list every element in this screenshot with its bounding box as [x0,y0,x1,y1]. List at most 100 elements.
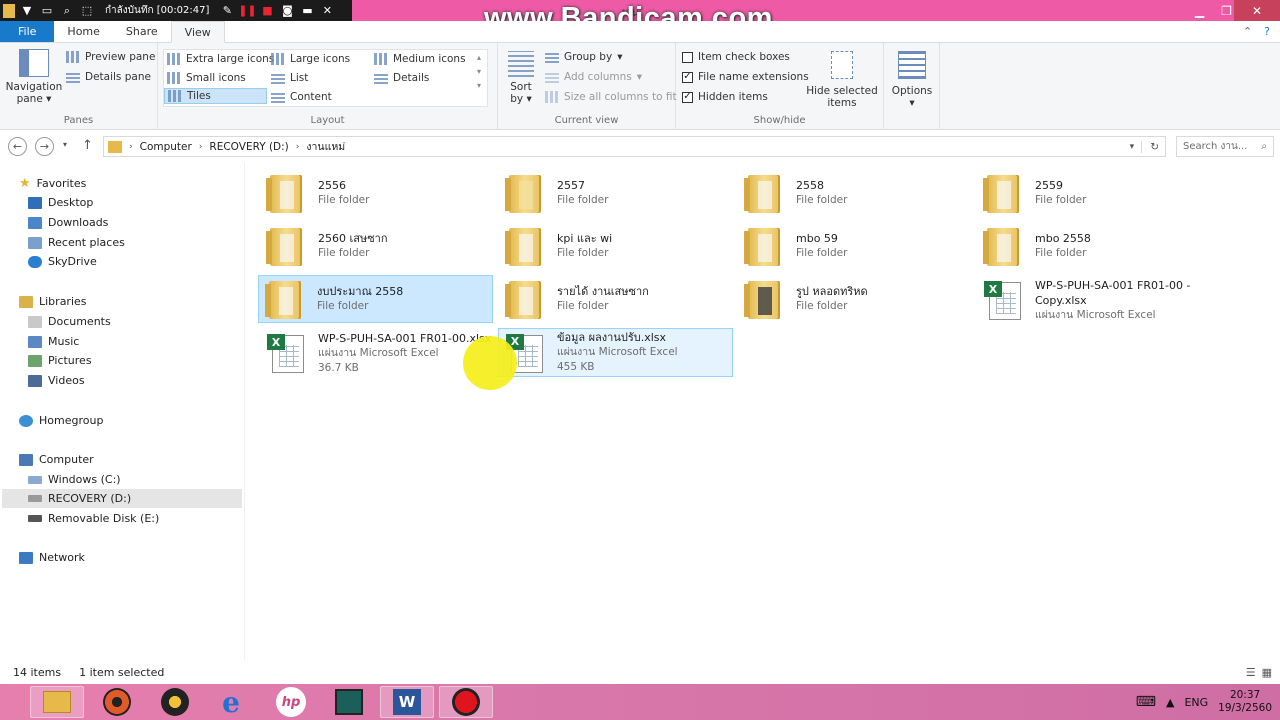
sort-by-button[interactable]: Sort by ▾ [504,51,538,105]
options-button[interactable]: Options ▾ [888,51,936,109]
clock[interactable]: 20:37 19/3/2560 [1218,689,1272,715]
region-icon[interactable]: ⬚ [79,3,95,19]
minimize-recorder-icon[interactable]: ▬ [299,3,315,19]
nav-documents[interactable]: Documents [28,315,111,328]
hidden-items-checkbox[interactable]: ✓ [682,91,693,103]
address-bar[interactable]: › Computer › RECOVERY (D:) › งานแหม่ ▾ ↻ [103,136,1166,157]
nav-recent-places[interactable]: Recent places [28,236,125,249]
list-item[interactable]: kpi และ wi File folder [499,222,734,270]
navigation-pane-button[interactable]: Navigation pane ▾ [5,49,63,105]
recent-locations-icon[interactable]: ▾ [63,140,67,149]
close-recorder-icon[interactable]: ✕ [319,3,335,19]
camera-app-taskbar-button[interactable] [322,686,376,718]
media-app-taskbar-button[interactable] [90,686,144,718]
window-capture-icon[interactable]: ▭ [39,3,55,19]
camera-icon[interactable]: ◙ [279,3,295,19]
list-item[interactable]: 2560 เสษซาก File folder [260,222,495,270]
show-hidden-icons[interactable]: ▲ [1166,696,1174,709]
up-button[interactable]: ↑ [82,138,93,153]
tab-home[interactable]: Home [54,21,112,42]
item-check-boxes-toggle[interactable]: Item check boxes [682,51,790,63]
audio-app-taskbar-button[interactable] [148,686,202,718]
nav-skydrive[interactable]: SkyDrive [28,255,97,268]
small-icons-option[interactable]: Small icons [167,72,246,84]
nav-music[interactable]: Music [28,335,79,348]
file-name-extensions-toggle[interactable]: ✓ File name extensions [682,71,809,83]
list-item[interactable]: X WP-S-PUH-SA-001 FR01-00.xlsx แผ่นงาน Mi… [260,328,495,378]
gallery-scroll-icon[interactable]: ▴ ▾ ▾ [477,51,481,93]
size-all-columns-button[interactable]: Size all columns to fit [545,91,677,103]
pencil-icon[interactable]: ✎ [219,3,235,19]
minimize-button[interactable]: ▁ [1186,0,1213,21]
list-item[interactable]: 2556 File folder [260,169,495,217]
search-icon[interactable]: ⌕ [1261,141,1267,152]
hidden-items-toggle[interactable]: ✓ Hidden items [682,91,768,103]
search-input[interactable]: Search งาน... [1183,139,1247,154]
tab-file[interactable]: File [0,21,55,42]
zoom-icon[interactable]: ⌕ [59,3,75,19]
nav-libraries[interactable]: Libraries [19,295,87,308]
list-item[interactable]: 2558 File folder [738,169,973,217]
nav-recovery-d[interactable]: RECOVERY (D:) [2,489,242,508]
tiles-option[interactable]: Tiles [164,88,267,104]
hide-selected-items-button[interactable]: Hide selected items [806,51,878,109]
nav-homegroup[interactable]: Homegroup [19,414,103,427]
nav-removable-e[interactable]: Removable Disk (E:) [28,512,159,525]
list-item[interactable]: 2559 File folder [977,169,1212,217]
nav-windows-c[interactable]: Windows (C:) [28,473,121,486]
breadcrumb-computer[interactable]: Computer [140,141,192,153]
nav-favorites[interactable]: ★ Favorites [19,176,86,191]
refresh-icon[interactable]: ↻ [1141,140,1165,153]
list-option[interactable]: List [271,72,308,84]
close-button[interactable]: ✕ [1234,0,1280,21]
list-item-hover[interactable]: X ข้อมูล ผลงานปรับ.xlsx แผ่นงาน Microsoft… [498,328,733,377]
details-option[interactable]: Details [374,72,429,84]
stop-icon[interactable]: ■ [259,3,275,19]
nav-computer[interactable]: Computer [19,453,94,466]
item-check-boxes-checkbox[interactable] [682,51,693,63]
back-button[interactable]: ← [8,137,27,156]
forward-button[interactable]: → [35,137,54,156]
tab-share[interactable]: Share [113,21,171,42]
chevron-up-icon[interactable]: ⌃ [1243,25,1252,38]
file-name-extensions-checkbox[interactable]: ✓ [682,71,693,83]
list-item-selected[interactable]: งบประมาณ 2558 File folder [258,275,493,323]
internet-explorer-icon: e [222,685,240,719]
preview-pane-button[interactable]: Preview pane [66,51,155,63]
add-columns-button[interactable]: Add columns ▾ [545,71,642,83]
file-explorer-taskbar-button[interactable] [30,686,84,718]
word-taskbar-button[interactable]: W [380,686,434,718]
search-box[interactable]: Search งาน... ⌕ [1176,136,1274,157]
group-by-button[interactable]: Group by ▾ [545,51,622,63]
nav-videos[interactable]: Videos [28,374,85,387]
medium-icons-option[interactable]: Medium icons [374,53,466,65]
list-item[interactable]: X WP-S-PUH-SA-001 FR01-00 - Copy.xlsx แผ่น… [977,275,1212,325]
menu-arrow-icon[interactable]: ▼ [19,3,35,19]
details-view-icon[interactable]: ☰ [1246,666,1256,679]
list-item[interactable]: รายได้ งานเสษซาก File folder [499,275,734,323]
nav-pictures[interactable]: Pictures [28,354,92,367]
nav-downloads[interactable]: Downloads [28,216,108,229]
recorder-taskbar-button[interactable] [439,686,493,718]
large-icons-view-icon[interactable]: ▦ [1262,666,1272,679]
address-dropdown-icon[interactable]: ▾ [1130,142,1135,152]
breadcrumb-current-folder[interactable]: งานแหม่ [306,138,345,155]
list-item[interactable]: mbo 2558 File folder [977,222,1212,270]
list-item[interactable]: รูป หลอดทริหด File folder [738,275,973,323]
breadcrumb-recovery[interactable]: RECOVERY (D:) [209,141,288,153]
list-item[interactable]: 2557 File folder [499,169,734,217]
internet-explorer-taskbar-button[interactable]: e [204,685,258,719]
language-indicator[interactable]: ENG [1184,696,1208,709]
nav-desktop[interactable]: Desktop [28,196,93,209]
nav-network[interactable]: Network [19,551,85,564]
tab-view[interactable]: View [170,21,225,43]
list-item[interactable]: mbo 59 File folder [738,222,973,270]
content-option[interactable]: Content [271,91,332,103]
extra-large-icons-option[interactable]: Extra large icons [167,53,274,65]
pause-icon[interactable]: ❚❚ [238,3,256,19]
keyboard-icon[interactable]: ⌨ [1136,694,1156,710]
details-pane-button[interactable]: Details pane [66,71,151,83]
large-icons-option[interactable]: Large icons [271,53,350,65]
hp-taskbar-button[interactable]: hp [264,686,318,718]
help-icon[interactable]: ? [1264,25,1270,38]
